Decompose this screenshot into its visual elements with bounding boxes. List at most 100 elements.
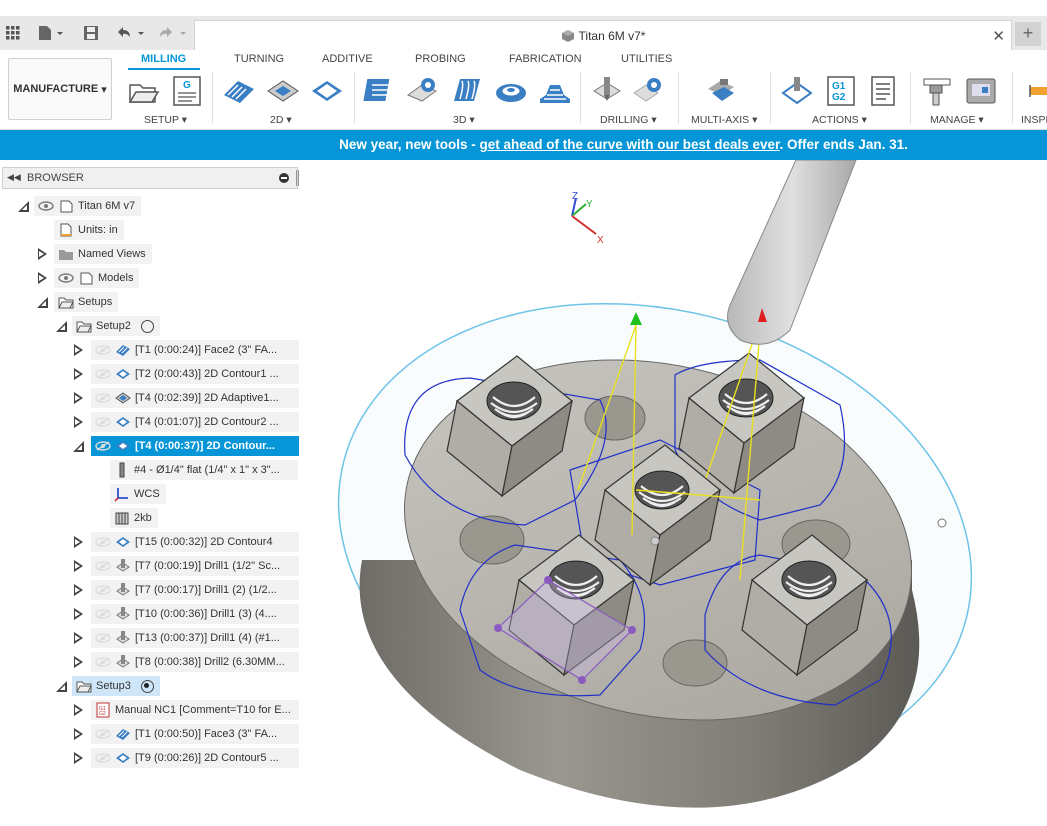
3d-scallop-icon[interactable]	[538, 75, 572, 107]
3d-contour-icon[interactable]	[494, 75, 528, 107]
expand-toggle-icon[interactable]	[73, 536, 83, 548]
redo-icon[interactable]	[156, 24, 190, 42]
multi-axis-icon[interactable]	[704, 75, 738, 107]
collapse-panel-icon[interactable]: ◀◀	[7, 172, 21, 183]
app-grid-icon[interactable]	[4, 24, 22, 42]
tree-operation-node[interactable]: [T8 (0:00:38)] Drill2 (6.30MM...	[91, 652, 299, 672]
new-setup-icon[interactable]	[126, 75, 160, 107]
visibility-eye-icon[interactable]	[95, 561, 111, 571]
expand-toggle-icon[interactable]	[73, 728, 83, 740]
tree-operation-node[interactable]: [T7 (0:00:19)] Drill1 (1/2" Sc...	[91, 556, 299, 576]
group-inspect-label[interactable]: INSPE	[1021, 114, 1047, 126]
visibility-eye-icon[interactable]	[58, 273, 74, 283]
visibility-eye-icon[interactable]	[95, 609, 111, 619]
tree-operation-node[interactable]: [T4 (0:02:39)] 2D Adaptive1...	[91, 388, 299, 408]
expand-toggle-icon[interactable]	[73, 632, 83, 644]
visibility-eye-icon[interactable]	[95, 753, 111, 763]
visibility-eye-icon[interactable]	[95, 393, 111, 403]
tree-operation-node[interactable]: [T10 (0:00:36)] Drill1 (3) (4....	[91, 604, 299, 624]
tree-models-node[interactable]: Models	[54, 268, 140, 288]
2d-adaptive-icon[interactable]	[222, 75, 256, 107]
tree-wcs-node[interactable]: WCS	[110, 484, 166, 504]
3d-adaptive-icon[interactable]	[362, 75, 396, 107]
tool-library-icon[interactable]	[920, 75, 954, 107]
drill-icon[interactable]	[590, 75, 624, 107]
group-setup-label[interactable]: SETUP ▾	[144, 114, 187, 126]
collapse-toggle-icon[interactable]	[56, 680, 67, 692]
collapse-toggle-icon[interactable]	[37, 296, 48, 308]
undo-icon[interactable]	[114, 24, 148, 42]
3d-viewport[interactable]: Z Y X	[300, 159, 1047, 826]
collapse-toggle-icon[interactable]	[56, 320, 67, 332]
visibility-eye-icon[interactable]	[95, 369, 111, 379]
3d-parallel-icon[interactable]	[450, 75, 484, 107]
tree-operation-node[interactable]: G1 G2 Manual NC1 [Comment=T10 for E...	[91, 700, 299, 720]
group-3d-label[interactable]: 3D ▾	[453, 114, 475, 126]
tree-operation-node[interactable]: [T1 (0:00:24)] Face2 (3" FA...	[91, 340, 299, 360]
collapse-toggle-icon[interactable]	[73, 440, 84, 452]
banner-link[interactable]: get ahead of the curve with our best dea…	[479, 137, 779, 152]
close-icon[interactable]: ✕	[992, 27, 1005, 45]
expand-toggle-icon[interactable]	[73, 608, 83, 620]
tree-setup2-node[interactable]: Setup2	[72, 316, 160, 336]
expand-toggle-icon[interactable]	[73, 368, 83, 380]
workspace-switcher[interactable]: MANUFACTURE ▾	[8, 58, 112, 120]
group-multi-axis-label[interactable]: MULTI-AXIS ▾	[691, 114, 757, 126]
tab-additive[interactable]: ADDITIVE	[322, 53, 373, 65]
file-menu-icon[interactable]	[36, 24, 66, 42]
visibility-eye-icon[interactable]	[95, 729, 111, 739]
expand-toggle-icon[interactable]	[73, 704, 83, 716]
tree-root-node[interactable]: Titan 6M v7	[34, 196, 142, 216]
setup-sheet-icon[interactable]	[866, 75, 900, 107]
tree-named-views-node[interactable]: Named Views	[54, 244, 152, 264]
save-icon[interactable]	[82, 24, 100, 42]
simulate-icon[interactable]	[780, 75, 814, 107]
tree-operation-node[interactable]: [T9 (0:00:26)] 2D Contour5 ...	[91, 748, 299, 768]
collapse-toggle-icon[interactable]	[18, 200, 29, 212]
plus-icon[interactable]: +	[1015, 22, 1041, 46]
tree-setups-node[interactable]: Setups	[54, 292, 119, 312]
2d-contour-icon[interactable]	[310, 75, 344, 107]
nc-program-icon[interactable]: G	[170, 75, 204, 107]
visibility-eye-icon[interactable]	[95, 537, 111, 547]
tree-stock-node[interactable]: 2kb	[110, 508, 158, 528]
expand-toggle-icon[interactable]	[73, 560, 83, 572]
document-tab[interactable]: Titan 6M v7* ✕	[194, 20, 1012, 50]
tree-operation-node[interactable]: [T2 (0:00:43)] 2D Contour1 ...	[91, 364, 299, 384]
expand-toggle-icon[interactable]	[73, 344, 83, 356]
3d-pocket-icon[interactable]	[406, 75, 440, 107]
tab-milling[interactable]: MILLING	[141, 53, 186, 65]
expand-toggle-icon[interactable]	[73, 584, 83, 596]
expand-toggle-icon[interactable]	[73, 416, 83, 428]
tree-operation-node[interactable]: [T7 (0:00:17)] Drill1 (2) (1/2...	[91, 580, 299, 600]
group-2d-label[interactable]: 2D ▾	[270, 114, 292, 126]
visibility-eye-icon[interactable]	[95, 657, 111, 667]
visibility-eye-icon[interactable]	[95, 417, 111, 427]
group-actions-label[interactable]: ACTIONS ▾	[812, 114, 867, 126]
machine-library-icon[interactable]	[964, 75, 998, 107]
radio-on-icon[interactable]	[140, 679, 154, 693]
expand-toggle-icon[interactable]	[37, 248, 47, 260]
expand-toggle-icon[interactable]	[73, 392, 83, 404]
radio-off-icon[interactable]	[140, 319, 154, 333]
panel-resize-handle[interactable]	[296, 170, 299, 186]
tab-fabrication[interactable]: FABRICATION	[509, 53, 582, 65]
visibility-eye-icon[interactable]	[95, 585, 111, 595]
group-drilling-label[interactable]: DRILLING ▾	[600, 114, 657, 126]
hole-recognition-icon[interactable]	[632, 75, 666, 107]
expand-toggle-icon[interactable]	[37, 272, 47, 284]
post-process-icon[interactable]: G1 G2	[824, 75, 858, 107]
measure-icon[interactable]	[1026, 75, 1047, 107]
visibility-eye-icon[interactable]	[95, 441, 111, 451]
tree-units-node[interactable]: Units: in	[54, 220, 124, 240]
2d-pocket-icon[interactable]	[266, 75, 300, 107]
tree-operation-node[interactable]: [T13 (0:00:37)] Drill1 (4) (#1...	[91, 628, 299, 648]
tab-probing[interactable]: PROBING	[415, 53, 466, 65]
tab-utilities[interactable]: UTILITIES	[621, 53, 672, 65]
expand-toggle-icon[interactable]	[73, 656, 83, 668]
tab-turning[interactable]: TURNING	[234, 53, 284, 65]
visibility-eye-icon[interactable]	[38, 201, 54, 211]
tree-setup3-node[interactable]: Setup3	[72, 676, 160, 696]
expand-toggle-icon[interactable]	[73, 752, 83, 764]
tree-tool-node[interactable]: #4 - Ø1/4" flat (1/4" x 1" x 3"...	[110, 460, 298, 480]
